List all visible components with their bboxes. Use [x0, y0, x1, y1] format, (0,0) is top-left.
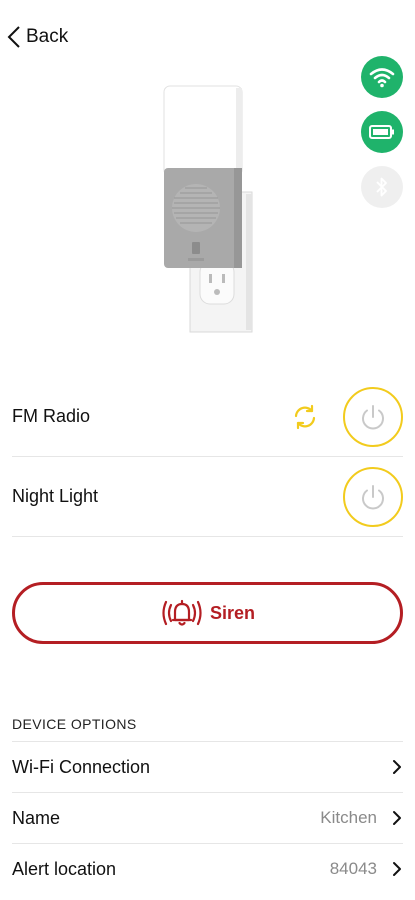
battery-status: [361, 111, 403, 153]
fm-radio-label: FM Radio: [12, 406, 91, 426]
chevron-right-icon: [393, 862, 401, 876]
device-image: [163, 85, 253, 333]
fm-radio-power-button[interactable]: [343, 386, 403, 447]
name-row[interactable]: Name Kitchen: [12, 792, 403, 843]
power-icon: [362, 484, 384, 509]
back-button[interactable]: Back: [4, 22, 68, 52]
night-light-label: Night Light: [12, 486, 99, 506]
wifi-connection-row[interactable]: Wi-Fi Connection: [12, 741, 403, 792]
chevron-right-icon: [393, 760, 401, 774]
wifi-icon: [369, 68, 395, 88]
power-icon: [362, 404, 384, 429]
bluetooth-status: [361, 166, 403, 208]
fm-radio-row: FM Radio: [12, 377, 403, 457]
option-label: Name: [12, 807, 61, 828]
option-value: 84043: [329, 859, 377, 878]
wifi-status: [361, 56, 403, 98]
alert-location-row[interactable]: Alert location 84043: [12, 843, 403, 894]
chevron-right-icon: [393, 811, 401, 825]
option-value: Kitchen: [320, 808, 377, 827]
bluetooth-icon: [376, 177, 387, 197]
status-indicators: [361, 56, 403, 221]
siren-bell-icon: [162, 599, 202, 626]
device-options-title: DEVICE OPTIONS: [12, 716, 137, 732]
option-label: Wi-Fi Connection: [12, 756, 151, 777]
back-label: Back: [26, 26, 69, 47]
sync-icon: [294, 404, 316, 429]
siren-label: Siren: [209, 602, 256, 623]
night-light-power-button[interactable]: [343, 466, 403, 527]
battery-icon: [369, 125, 394, 139]
chevron-left-icon: [7, 26, 20, 48]
siren-button[interactable]: Siren: [12, 582, 403, 644]
option-label: Alert location: [12, 858, 117, 879]
night-light-row: Night Light: [12, 457, 403, 537]
